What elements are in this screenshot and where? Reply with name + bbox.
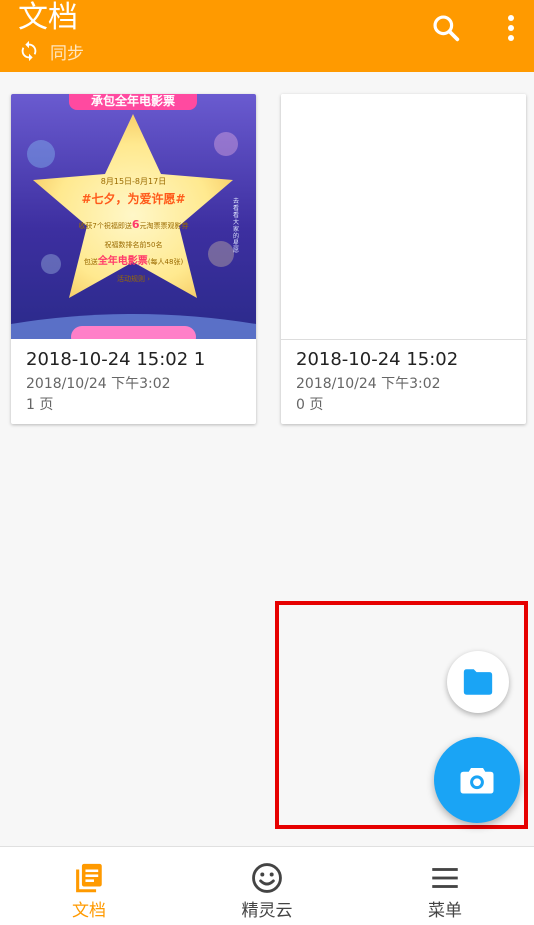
app-bar: 文档 同步 [0, 0, 534, 72]
document-thumbnail: 承包全年电影票 8月15日-8月17日 #七夕，为爱许愿# 收获7个祝福即送6元… [11, 94, 256, 339]
smiley-icon [252, 863, 282, 893]
poster-line1: 收获7个祝福即送6元淘票票观影券 [51, 218, 216, 231]
documents-icon [76, 863, 102, 893]
nav-item-menu[interactable]: 菜单 [356, 847, 534, 925]
poster-line1-highlight: 6 [131, 218, 140, 231]
folder-icon [463, 669, 493, 695]
nav-item-documents[interactable]: 文档 [0, 847, 178, 925]
nav-icon-wrap [64, 861, 114, 895]
sync-icon [21, 40, 37, 62]
poster-side-text: 去看看大家的星愿 [233, 198, 240, 254]
camera-button[interactable] [434, 737, 520, 823]
import-folder-button[interactable] [447, 651, 509, 713]
poster-dates: 8月15日-8月17日 [100, 177, 167, 186]
poster-line2: 祝福数排名前50名 [104, 241, 163, 249]
document-page-count: 1 页 [26, 397, 54, 413]
document-card[interactable]: 2018-10-24 15:02 2018/10/24 下午3:02 0 页 [281, 94, 526, 424]
poster-line1-text: 收获7个祝福即送 [78, 222, 132, 230]
more-options-button[interactable] [496, 8, 526, 48]
document-thumbnail [281, 94, 526, 340]
more-vertical-icon [508, 15, 514, 41]
document-page-count: 0 页 [296, 397, 324, 413]
document-name: 2018-10-24 15:02 [296, 349, 459, 370]
poster-line1-tail: 元淘票票观影券 [139, 222, 189, 230]
page-title: 文档 [18, 0, 78, 35]
nav-icon-wrap [420, 861, 470, 895]
poster-headline: #七夕，为爱许愿# [81, 192, 186, 206]
poster-image [11, 114, 256, 339]
search-icon [433, 15, 460, 42]
poster-rules: 活动规则 › [116, 275, 151, 283]
menu-icon [432, 868, 458, 888]
camera-icon [460, 768, 494, 794]
poster-line3-highlight: 全年电影票 [97, 256, 148, 267]
nav-item-cloud[interactable]: 精灵云 [178, 847, 356, 925]
document-meta: 2018-10-24 15:02 2018/10/24 下午3:02 0 页 [296, 346, 516, 416]
search-button[interactable] [426, 8, 466, 48]
poster-line3-prefix: 包送 [83, 258, 98, 266]
nav-label-documents: 文档 [72, 901, 106, 921]
nav-label-menu: 菜单 [428, 901, 462, 921]
nav-label-cloud: 精灵云 [241, 901, 293, 921]
document-meta: 2018-10-24 15:02 1 2018/10/24 下午3:02 1 页 [26, 346, 246, 416]
nav-icon-wrap [242, 861, 292, 895]
poster-banner: 承包全年电影票 [69, 94, 197, 110]
document-name: 2018-10-24 15:02 1 [26, 349, 206, 370]
document-date: 2018/10/24 下午3:02 [296, 376, 441, 392]
document-card[interactable]: 承包全年电影票 8月15日-8月17日 #七夕，为爱许愿# 收获7个祝福即送6元… [11, 94, 256, 424]
document-date: 2018/10/24 下午3:02 [26, 376, 171, 392]
bottom-navigation: 文档 精灵云 菜单 [0, 846, 534, 925]
poster-line3-tail: (每人48张) [147, 258, 184, 266]
sync-button[interactable]: 同步 [18, 38, 84, 64]
sync-label: 同步 [50, 43, 84, 64]
poster-line3: 包送全年电影票(每人48张) [51, 252, 216, 267]
